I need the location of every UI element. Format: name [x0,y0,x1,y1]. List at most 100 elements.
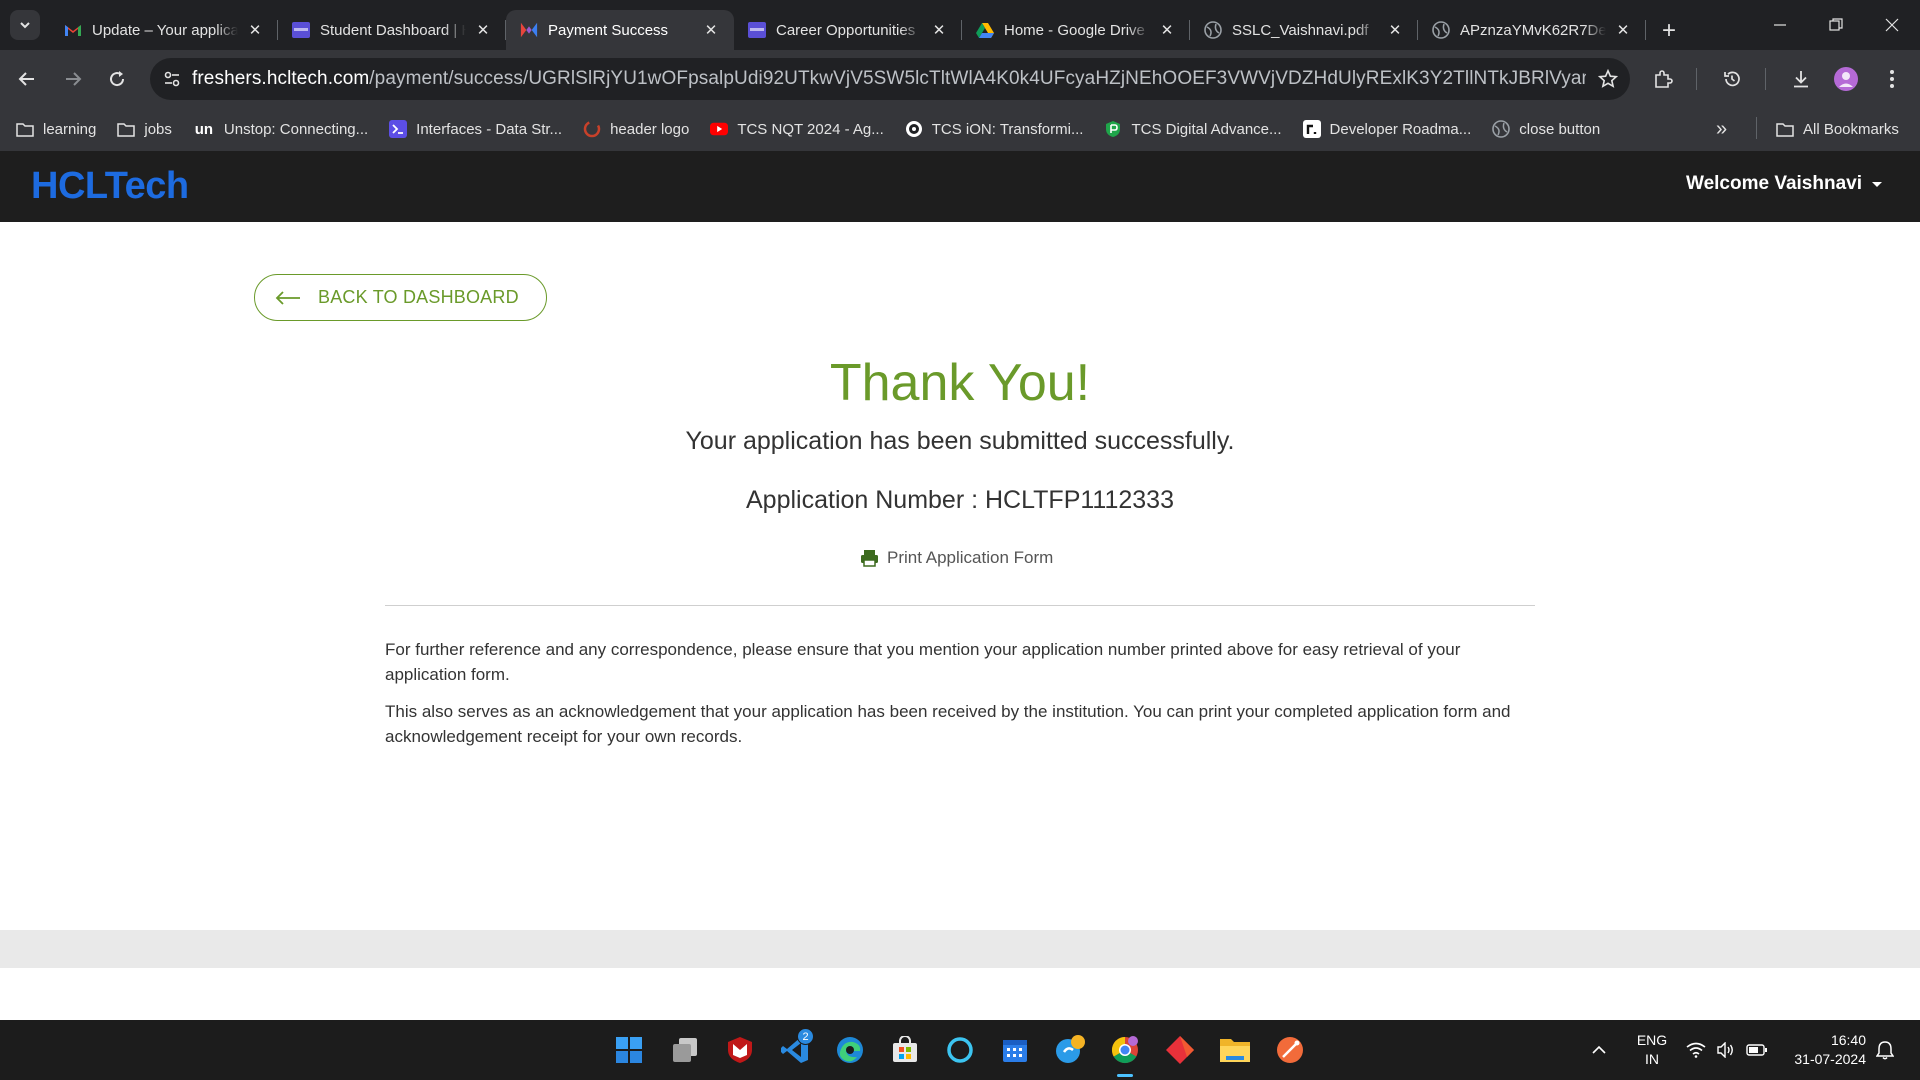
tab-strip: Update – Your application ✕ Student Dash… [0,0,1920,50]
tab-search-button[interactable] [10,10,40,40]
tab-close-icon[interactable]: ✕ [472,19,494,41]
url-host: freshers.hcltech.com [192,68,370,89]
user-menu[interactable]: Welcome Vaishnavi [1686,173,1882,195]
application-number: Application Number : HCLTFP1112333 [746,486,1174,514]
address-bar[interactable]: freshers.hcltech.com/payment/success/UGR… [150,58,1630,100]
tab-sslc-pdf[interactable]: SSLC_Vaishnavi.pdf ✕ [1190,10,1418,50]
bookmark-label: close button [1519,120,1601,138]
bookmark-unstop[interactable]: un Unstop: Connecting... [193,120,368,138]
file-explorer-icon[interactable] [1215,1030,1255,1070]
store-icon[interactable] [885,1030,925,1070]
back-arrow-icon[interactable] [10,62,44,96]
tab-close-icon[interactable]: ✕ [1612,19,1634,41]
clock[interactable]: 16:40 31-07-2024 [1784,1020,1866,1080]
profile-avatar[interactable] [1828,60,1864,98]
tab-google-drive[interactable]: Home - Google Drive ✕ [962,10,1190,50]
new-tab-plus-icon[interactable]: + [1652,14,1686,48]
bookmarks-divider [1756,117,1757,139]
hcl-icon [748,21,766,39]
bookmark-tcs-ion[interactable]: TCS iON: Transformi... [905,120,1084,138]
reference-paragraph: For further reference and any correspond… [385,640,1461,684]
minimize-icon[interactable] [1752,0,1808,50]
postman-icon[interactable] [1270,1030,1310,1070]
roadmap-icon [1302,120,1321,138]
printer-icon [860,549,879,567]
restore-icon[interactable] [1808,0,1864,50]
all-bookmarks-label: All Bookmarks [1803,120,1899,138]
forward-arrow-icon[interactable] [56,62,90,96]
welcome-text: Welcome Vaishnavi [1685,173,1862,194]
chevron-down-icon [20,22,30,29]
vscode-icon[interactable]: 2 [775,1028,815,1070]
active-app-indicator [1117,1074,1133,1077]
arrow-left-icon [275,290,301,306]
site-info-icon[interactable] [152,58,192,100]
battery-icon[interactable] [1746,1020,1768,1080]
volume-icon[interactable] [1716,1020,1736,1080]
more-menu-icon[interactable] [1874,60,1910,98]
download-icon[interactable] [1783,60,1819,98]
tab-close-icon[interactable]: ✕ [1384,19,1406,41]
tray-overflow-icon[interactable] [1591,1020,1607,1080]
print-application-link[interactable]: Print Application Form [860,548,1053,568]
url-text[interactable]: freshers.hcltech.com/payment/success/UGR… [192,68,1586,90]
bookmark-tcs-nqt[interactable]: TCS NQT 2024 - Ag... [710,120,884,138]
notifications-icon[interactable] [1876,1020,1894,1080]
bookmark-interfaces[interactable]: Interfaces - Data Str... [389,120,562,138]
bookmark-learning[interactable]: learning [16,120,96,138]
tab-title: SSLC_Vaishnavi.pdf [1232,21,1369,39]
spiral-icon [583,120,601,138]
bookmark-developer-roadmap[interactable]: Developer Roadma... [1302,120,1471,138]
mcafee-icon[interactable] [720,1030,760,1070]
calendar-icon[interactable] [995,1030,1035,1070]
tab-career-opportunities[interactable]: Career Opportunities ✕ [734,10,962,50]
bookmarks-overflow-icon[interactable]: » [1716,107,1727,151]
tab-close-icon[interactable]: ✕ [928,19,950,41]
windows-start-icon[interactable] [609,1030,649,1070]
wifi-icon[interactable] [1686,1020,1706,1080]
tab-list: Update – Your application ✕ Student Dash… [50,6,1686,50]
git-icon[interactable] [1160,1030,1200,1070]
task-view-icon[interactable] [665,1030,705,1070]
chat-icon[interactable] [1050,1030,1090,1070]
tab-close-icon[interactable]: ✕ [244,19,266,41]
reload-icon[interactable] [100,62,134,96]
chrome-icon[interactable] [1105,1030,1145,1077]
google-drive-icon [976,21,994,39]
edge-icon[interactable] [830,1030,870,1070]
bookmark-close-button[interactable]: close button [1492,120,1600,138]
bookmark-jobs[interactable]: jobs [117,120,172,138]
window-controls [1752,0,1920,50]
language-indicator[interactable]: ENG IN [1632,1020,1672,1080]
caret-down-icon [1872,181,1882,187]
tab-gmail[interactable]: Update – Your application ✕ [50,10,278,50]
toolbar-divider [1765,68,1766,90]
tab-payment-success[interactable]: Payment Success ✕ [506,10,734,50]
bookmark-label: TCS iON: Transformi... [931,120,1084,138]
extensions-puzzle-icon[interactable] [1645,60,1681,98]
tcs-ion-icon [905,120,923,138]
page-footer [0,930,1920,968]
bookmark-star-icon[interactable] [1586,69,1630,89]
tab-title: APznzaYMvK62R7De [1460,21,1606,39]
cortana-icon[interactable] [940,1030,980,1070]
tab-title: Update – Your application [92,21,238,39]
toolbar-divider [1696,68,1697,90]
close-window-icon[interactable] [1864,0,1920,50]
youtube-icon [710,120,729,138]
bookmark-tcs-digital[interactable]: TCS Digital Advance... [1104,120,1282,138]
globe-icon [1204,21,1222,39]
tab-student-dashboard[interactable]: Student Dashboard | HCLTech ✕ [278,10,506,50]
tab-close-icon[interactable]: ✕ [700,19,722,41]
hcltech-logo[interactable]: HCLTech [31,165,189,208]
tab-apznza[interactable]: APznzaYMvK62R7De ✕ [1418,10,1646,50]
bookmark-header-logo[interactable]: header logo [583,120,689,138]
all-bookmarks[interactable]: All Bookmarks [1776,107,1899,151]
globe-icon [1492,120,1511,138]
back-to-dashboard-label: BACK TO DASHBOARD [318,287,519,307]
tab-close-icon[interactable]: ✕ [1156,19,1178,41]
clock-time: 16:40 [1830,1032,1866,1048]
folder-icon [1776,122,1794,137]
back-to-dashboard-button[interactable]: BACK TO DASHBOARD [254,274,547,321]
history-icon[interactable] [1714,60,1750,98]
